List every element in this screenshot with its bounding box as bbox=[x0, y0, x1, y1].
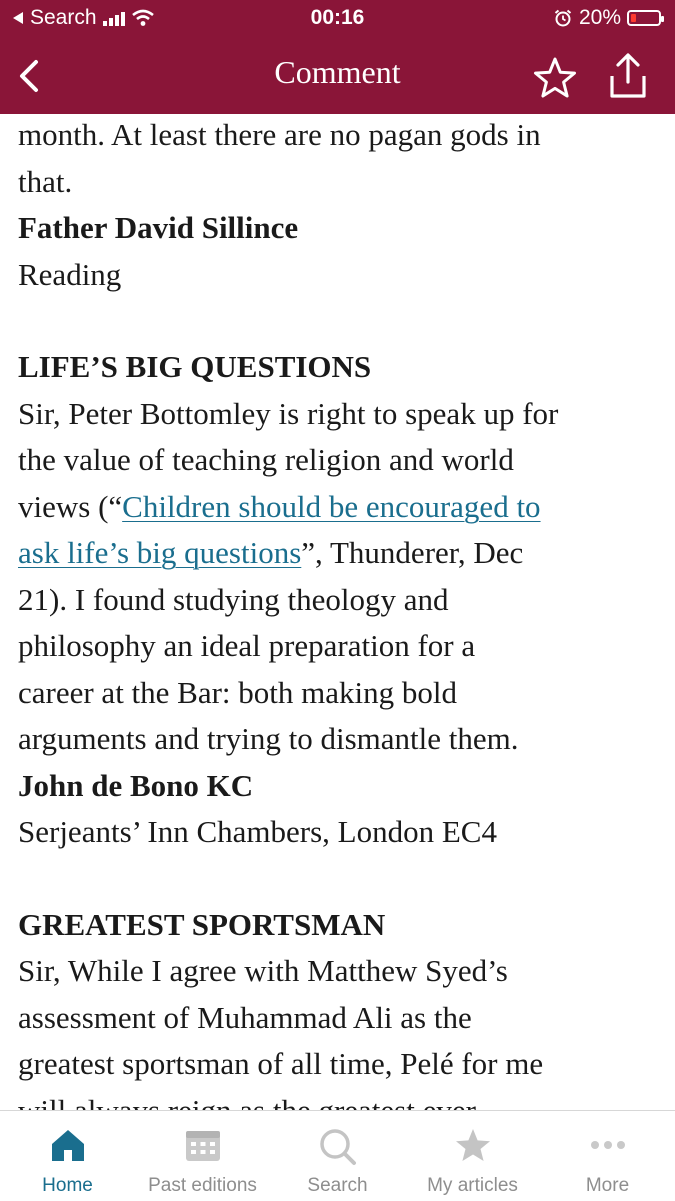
battery-icon bbox=[627, 10, 664, 26]
article-link[interactable]: ask life’s big questions bbox=[18, 535, 301, 570]
battery-percent: 20% bbox=[578, 6, 621, 29]
article-line: career at the Bar: both making bold bbox=[18, 674, 458, 710]
tab-search[interactable]: Search bbox=[270, 1111, 405, 1201]
tab-label: Past editions bbox=[148, 1175, 257, 1196]
tab-label: Home bbox=[42, 1175, 93, 1196]
letter-author: Father David Sillince bbox=[18, 210, 299, 245]
tab-my-articles[interactable]: My articles bbox=[405, 1111, 540, 1201]
article-line: month. At least there are no pagan gods … bbox=[18, 117, 541, 152]
article-line: ask life’s big questions”, Thunderer, De… bbox=[18, 530, 658, 577]
article-line: will always reign as the greatest ever bbox=[18, 1092, 476, 1111]
tab-past-editions[interactable]: Past editions bbox=[135, 1111, 270, 1201]
article-line: Sir, Peter Bottomley is right to speak u… bbox=[18, 395, 559, 431]
article-text: ”, Thunderer, Dec bbox=[301, 535, 524, 570]
home-icon bbox=[51, 1130, 84, 1161]
search-icon bbox=[319, 1129, 356, 1165]
navigation-bar: Comment bbox=[0, 38, 675, 114]
letter-author: John de Bono KC bbox=[18, 767, 254, 803]
tab-label: Search bbox=[307, 1175, 368, 1196]
bookmark-star-icon[interactable] bbox=[532, 56, 578, 100]
tab-label: More bbox=[585, 1175, 630, 1196]
status-right: 20% bbox=[553, 6, 664, 30]
article-body[interactable]: month. At least there are no pagan gods … bbox=[18, 114, 658, 1110]
article-line: assessment of Muhammad Ali as the bbox=[18, 999, 472, 1035]
letter-place: Serjeants’ Inn Chambers, London EC4 bbox=[18, 814, 497, 849]
section-heading: LIFE’S BIG QUESTIONS bbox=[18, 349, 372, 384]
tab-home[interactable]: Home bbox=[0, 1111, 135, 1201]
article-line: Sir, While I agree with Matthew Syed’s bbox=[18, 953, 508, 988]
calendar-icon bbox=[185, 1131, 220, 1161]
tab-more[interactable]: More bbox=[540, 1111, 675, 1201]
more-icon bbox=[590, 1141, 625, 1149]
article-line: views (“Children should be encouraged to bbox=[18, 484, 658, 531]
alarm-icon bbox=[554, 9, 572, 27]
star-icon bbox=[455, 1129, 490, 1161]
article-line: arguments and trying to dismantle them. bbox=[18, 721, 519, 756]
article-line: the value of teaching religion and world bbox=[18, 442, 514, 477]
article-line: 21). I found studying theology and bbox=[18, 581, 449, 617]
article-line: philosophy an ideal preparation for a bbox=[18, 628, 476, 663]
article-link[interactable]: Children should be encouraged to bbox=[122, 489, 540, 524]
tab-label: My articles bbox=[427, 1175, 518, 1196]
article-line: greatest sportsman of all time, Pelé for… bbox=[18, 1046, 544, 1081]
status-bar: Search 00:16 20% bbox=[0, 0, 675, 38]
article-line: that. bbox=[18, 163, 73, 199]
tab-bar: Home Past editions Search My articles Mo… bbox=[0, 1110, 675, 1201]
letter-place: Reading bbox=[18, 256, 122, 292]
article-text: views (“ bbox=[18, 488, 123, 524]
share-icon[interactable] bbox=[606, 52, 650, 100]
section-heading: GREATEST SPORTSMAN bbox=[18, 906, 386, 942]
battery-level bbox=[631, 14, 636, 22]
